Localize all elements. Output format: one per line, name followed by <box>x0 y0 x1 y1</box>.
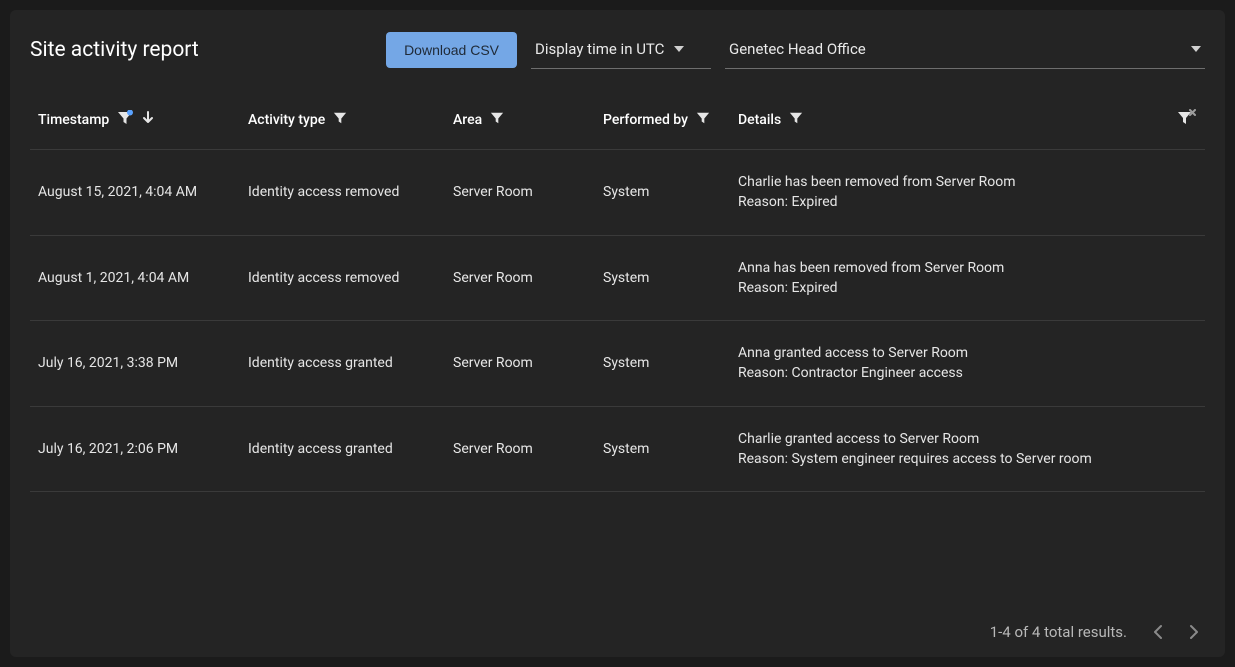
cell-area: Server Room <box>445 406 595 492</box>
table-header-row: Timestamp Activity type <box>30 99 1205 150</box>
column-timestamp-label: Timestamp <box>38 112 109 128</box>
column-activity-type-label: Activity type <box>248 112 325 128</box>
cell-activity-type: Identity access removed <box>240 235 445 321</box>
table-row: July 16, 2021, 2:06 PM Identity access g… <box>30 406 1205 492</box>
cell-activity-type: Identity access granted <box>240 321 445 407</box>
cell-details: Charlie granted access to Server Room Re… <box>730 406 1205 492</box>
cell-timestamp: August 1, 2021, 4:04 AM <box>30 235 240 321</box>
details-line: Anna has been removed from Server Room <box>738 258 1197 278</box>
activity-report-panel: Site activity report Download CSV Displa… <box>10 10 1225 657</box>
cell-performed-by: System <box>595 321 730 407</box>
page-title: Site activity report <box>30 38 199 62</box>
details-line: Reason: Expired <box>738 278 1197 298</box>
table-row: July 16, 2021, 3:38 PM Identity access g… <box>30 321 1205 407</box>
table-row: August 1, 2021, 4:04 AM Identity access … <box>30 235 1205 321</box>
filter-icon[interactable] <box>490 111 504 129</box>
details-line: Charlie has been removed from Server Roo… <box>738 172 1197 192</box>
prev-page-button[interactable] <box>1153 624 1163 640</box>
cell-details: Anna has been removed from Server Room R… <box>730 235 1205 321</box>
details-line: Charlie granted access to Server Room <box>738 429 1197 449</box>
column-details-label: Details <box>738 112 781 128</box>
cell-area: Server Room <box>445 235 595 321</box>
cell-timestamp: July 16, 2021, 3:38 PM <box>30 321 240 407</box>
filter-icon[interactable] <box>333 111 347 129</box>
filter-icon[interactable] <box>696 111 710 129</box>
table-row: August 15, 2021, 4:04 AM Identity access… <box>30 150 1205 236</box>
cell-area: Server Room <box>445 150 595 236</box>
timezone-label: Display time in UTC <box>535 40 664 58</box>
filter-icon[interactable] <box>117 110 133 130</box>
site-label: Genetec Head Office <box>729 40 866 58</box>
caret-down-icon <box>1191 46 1201 52</box>
site-dropdown[interactable]: Genetec Head Office <box>725 30 1205 69</box>
clear-filters-icon[interactable] <box>1177 109 1197 131</box>
cell-activity-type: Identity access removed <box>240 150 445 236</box>
cell-performed-by: System <box>595 150 730 236</box>
activity-table: Timestamp Activity type <box>30 99 1205 492</box>
cell-activity-type: Identity access granted <box>240 406 445 492</box>
details-line: Anna granted access to Server Room <box>738 343 1197 363</box>
column-area-label: Area <box>453 112 482 128</box>
timezone-dropdown[interactable]: Display time in UTC <box>531 30 711 69</box>
cell-area: Server Room <box>445 321 595 407</box>
cell-timestamp: July 16, 2021, 2:06 PM <box>30 406 240 492</box>
sort-descending-icon[interactable] <box>141 110 155 130</box>
next-page-button[interactable] <box>1189 624 1199 640</box>
details-line: Reason: Expired <box>738 192 1197 212</box>
details-line: Reason: Contractor Engineer access <box>738 363 1197 383</box>
caret-down-icon <box>674 46 684 52</box>
filter-icon[interactable] <box>789 111 803 129</box>
details-line: Reason: System engineer requires access … <box>738 449 1197 469</box>
cell-performed-by: System <box>595 235 730 321</box>
download-csv-button[interactable]: Download CSV <box>386 32 517 68</box>
cell-details: Anna granted access to Server Room Reaso… <box>730 321 1205 407</box>
cell-performed-by: System <box>595 406 730 492</box>
pagination-footer: 1-4 of 4 total results. <box>30 623 1205 645</box>
cell-timestamp: August 15, 2021, 4:04 AM <box>30 150 240 236</box>
column-performed-by-label: Performed by <box>603 112 688 128</box>
cell-details: Charlie has been removed from Server Roo… <box>730 150 1205 236</box>
results-count-text: 1-4 of 4 total results. <box>990 623 1127 641</box>
header-bar: Site activity report Download CSV Displa… <box>30 30 1205 69</box>
